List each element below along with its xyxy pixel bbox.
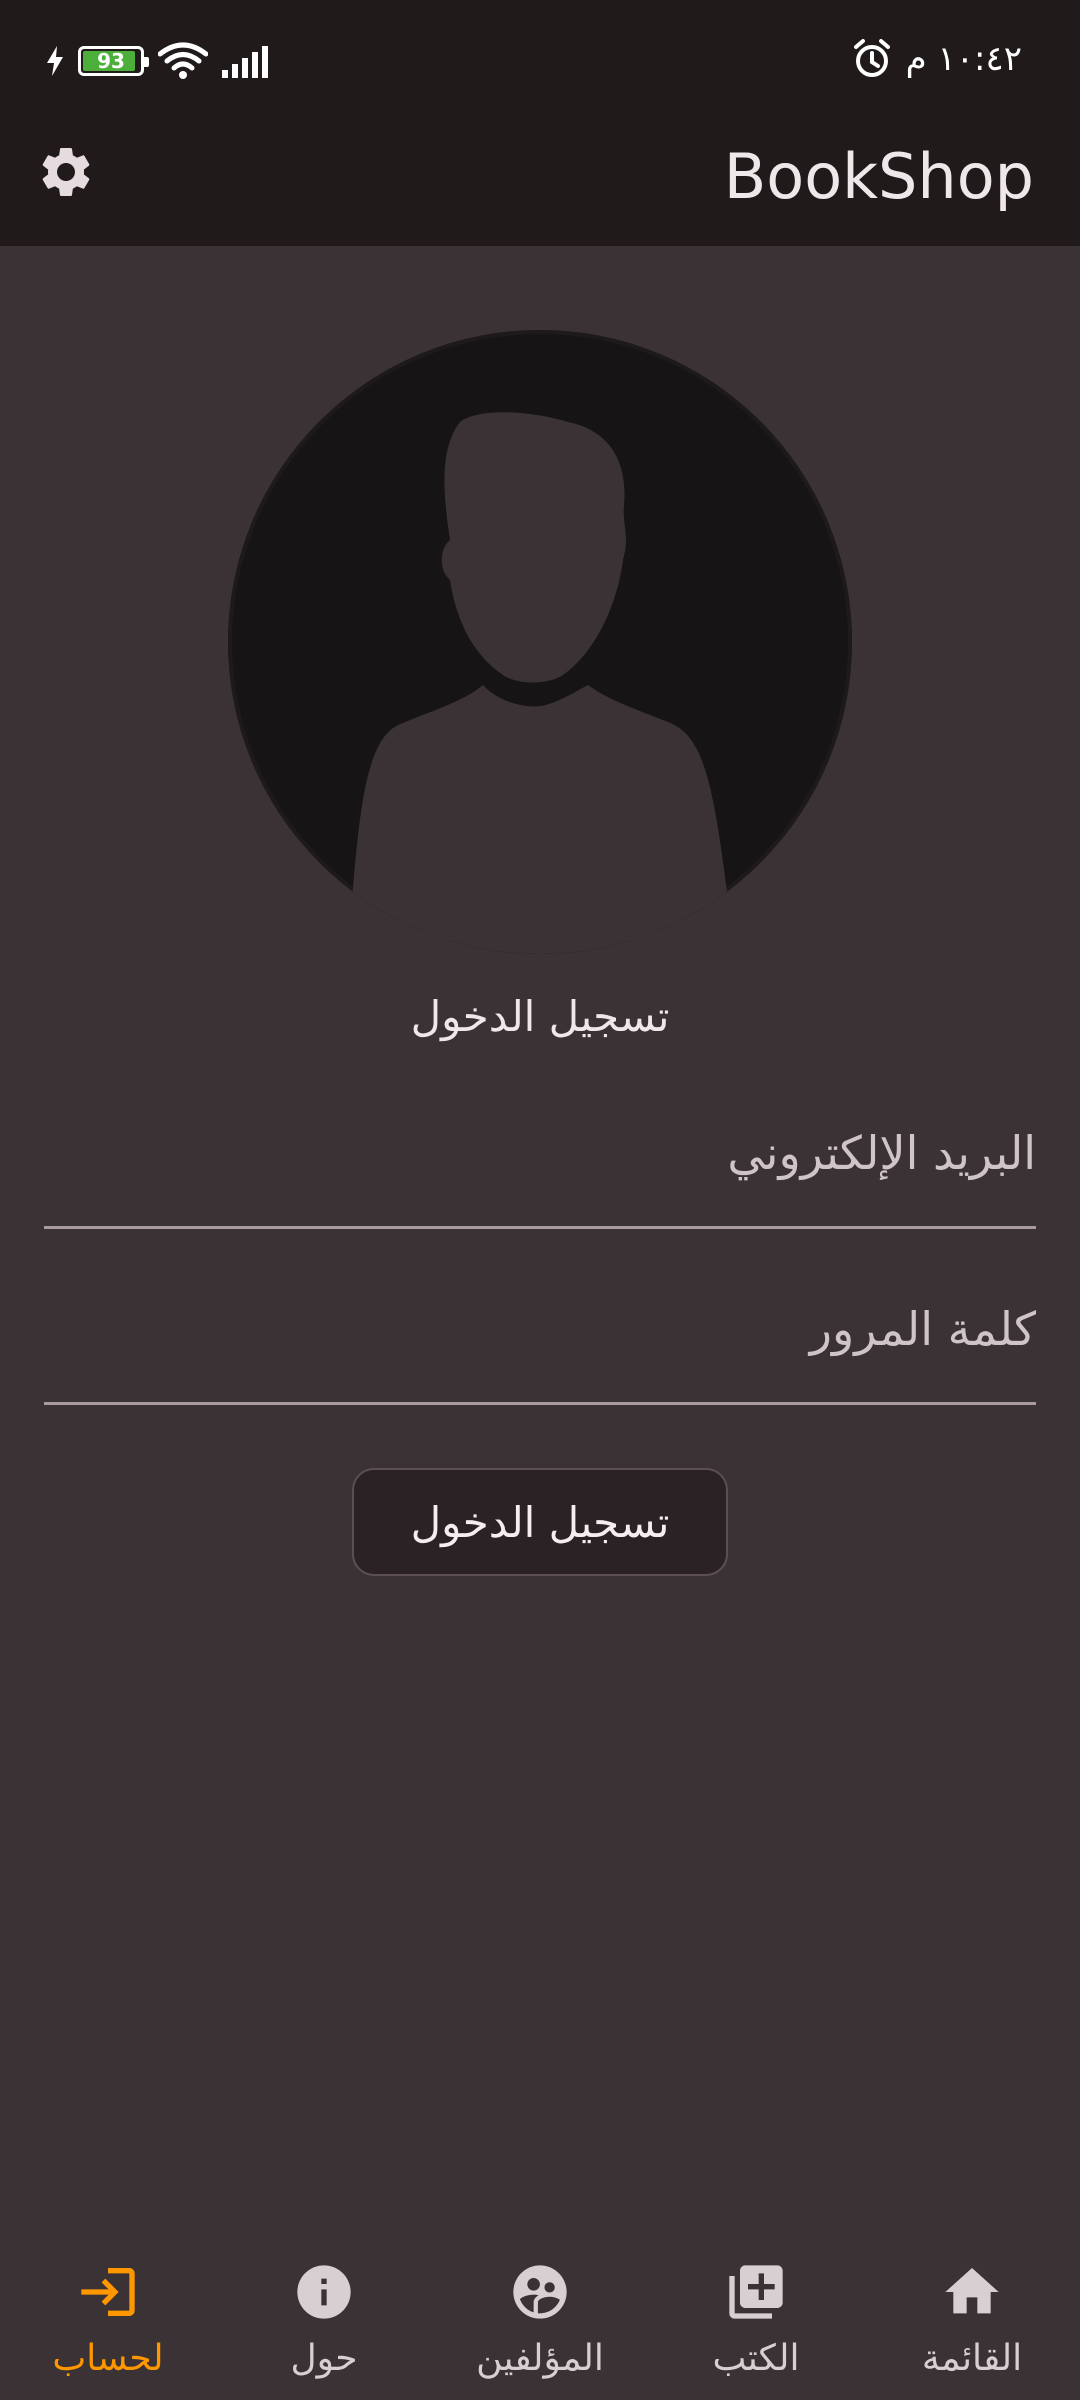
login-caption: تسجيل الدخول [410,992,670,1041]
nav-item-home[interactable]: القائمة [864,2240,1080,2400]
library-add-icon [729,2265,783,2319]
authors-icon [513,2265,567,2319]
nav-label-account: لحساب [52,2338,164,2379]
status-icons-right: ١٠:٤٢ م [852,34,1022,84]
nav-label-authors: المؤلفين [476,2338,604,2379]
cellular-signal-icon [222,46,268,78]
bottom-navigation: لحساب حول المؤلفين الكتب القائمة [0,2240,1080,2400]
wifi-icon [158,42,208,79]
nav-label-books: الكتب [712,2338,800,2379]
charging-bolt-icon [47,46,63,76]
app-bar: BookShop [0,120,1080,246]
password-field[interactable]: كلمة المرور [44,1282,1036,1405]
default-avatar-icon [228,330,852,954]
nav-item-account[interactable]: لحساب [0,2240,216,2400]
info-icon [297,2265,351,2319]
nav-item-books[interactable]: الكتب [648,2240,864,2400]
alarm-icon [853,39,890,77]
nav-label-about: حول [290,2338,358,2379]
app-title: BookShop [723,140,1034,213]
email-field[interactable]: البريد الإلكتروني [44,1106,1036,1229]
password-input[interactable] [44,1290,1036,1402]
status-icons-left: 93 [46,38,274,84]
login-icon [81,2268,135,2316]
login-button[interactable]: تسجيل الدخول [352,1468,728,1576]
battery-icon: 93 [78,46,149,76]
home-icon [945,2268,999,2314]
status-bar: 93 ١٠:٤٢ م [0,0,1080,120]
status-time: ١٠:٤٢ م [905,39,1022,79]
nav-label-home: القائمة [921,2338,1023,2379]
nav-item-authors[interactable]: المؤلفين [432,2240,648,2400]
battery-level: 93 [97,49,125,73]
email-input[interactable] [44,1114,1036,1226]
nav-item-about[interactable]: حول [216,2240,432,2400]
gear-icon[interactable] [36,142,96,202]
